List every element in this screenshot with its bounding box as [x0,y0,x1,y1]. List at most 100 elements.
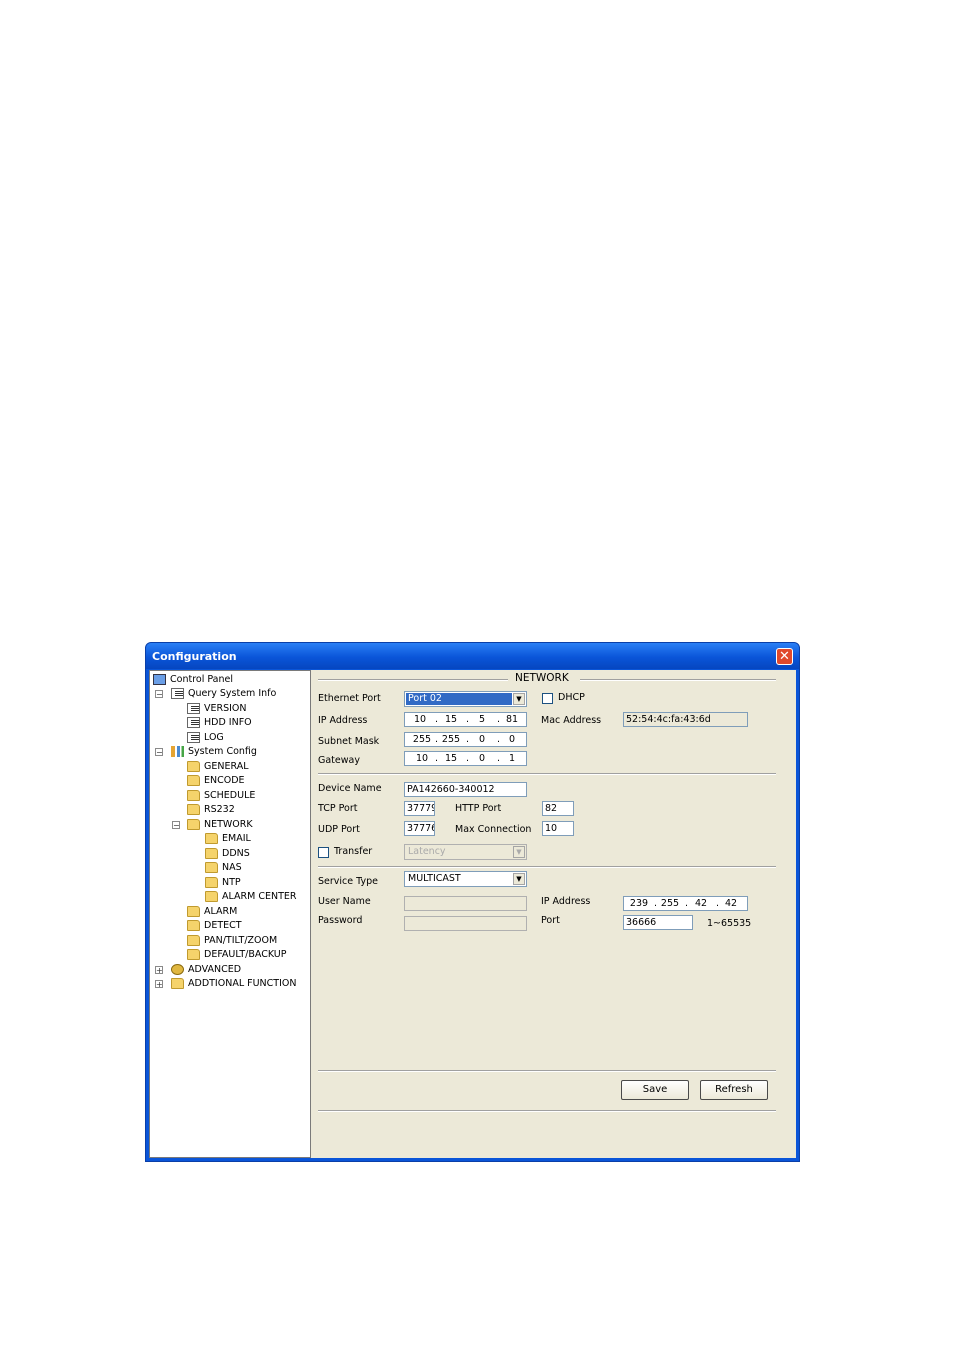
tree-item-label: GENERAL [204,761,249,772]
octet[interactable]: 81 [501,713,523,726]
user-name-label: User Name [318,896,371,907]
folder-icon [205,848,218,859]
folder-icon [187,906,200,917]
device-name-label: Device Name [318,783,382,794]
refresh-button[interactable]: Refresh [700,1080,768,1100]
folder-icon [187,790,200,801]
octet[interactable]: 10 [411,752,433,765]
section-divider [318,866,776,868]
port-label: Port [541,915,560,926]
tree-item-label: SCHEDULE [204,790,256,801]
service-type-select[interactable]: MULTICAST ▼ [404,871,527,887]
user-name-field [404,896,527,911]
tree-item-label: System Config [188,746,257,757]
network-settings-panel: NETWORK Ethernet Port Port 02 ▼ DHCP IP … [315,670,796,1158]
folder-icon [205,877,218,888]
octet[interactable]: 0 [471,733,493,746]
ethernet-port-select[interactable]: Port 02 ▼ [404,691,527,707]
folder-icon [187,804,200,815]
chevron-down-icon[interactable]: ▼ [513,873,525,885]
gateway-field[interactable]: 10 . 15 . 0 . 1 [404,751,527,766]
document-icon [187,732,200,743]
folder-icon [171,978,184,989]
octet[interactable]: 255 [440,733,462,746]
device-name-field[interactable]: PA142660-340012 [404,782,527,797]
expand-toggle[interactable]: + [155,980,163,989]
mac-address-field: 52:54:4c:fa:43:6d [623,712,748,727]
expand-toggle[interactable]: + [155,966,163,975]
tree-item-label: DDNS [222,848,250,859]
folder-icon [187,935,200,946]
service-type-label: Service Type [318,876,378,887]
octet[interactable]: 10 [409,713,431,726]
http-port-label: HTTP Port [455,803,502,814]
tree-item-label: ALARM CENTER [222,891,297,902]
octet[interactable]: 15 [440,713,462,726]
collapse-toggle[interactable]: − [172,821,180,830]
window-title: Configuration [152,650,237,663]
udp-port-field[interactable]: 37776 [404,821,435,836]
tree-item-label: PAN/TILT/ZOOM [204,935,278,946]
collapse-toggle[interactable]: − [155,748,163,757]
transfer-label: Transfer [334,846,373,857]
max-connection-field[interactable]: 10 [542,821,574,836]
folder-open-icon [187,819,200,830]
transfer-mode-select: Latency ▼ [404,844,527,860]
navigation-tree: Control Panel − Query System Info VERSIO… [149,670,311,1158]
transfer-checkbox[interactable] [318,847,329,858]
tree-item-label: ADDTIONAL FUNCTION [188,978,297,989]
settings-icon [171,746,184,757]
octet[interactable]: 0 [471,752,493,765]
computer-icon [153,674,166,685]
document-icon [171,688,184,699]
dhcp-checkbox[interactable] [542,693,553,704]
close-button[interactable]: ✕ [776,648,793,665]
multicast-ip-field[interactable]: 239 . 255 . 42 . 42 [623,896,748,911]
subnet-mask-field[interactable]: 255 . 255 . 0 . 0 [404,732,527,747]
window-client-area: Control Panel − Query System Info VERSIO… [149,670,796,1158]
octet[interactable]: 42 [720,897,742,910]
tcp-port-field[interactable]: 37779 [404,801,435,816]
transfer-mode-value: Latency [408,846,446,857]
multicast-ip-label: IP Address [541,896,591,907]
tcp-port-label: TCP Port [318,803,358,814]
section-divider [318,1070,776,1072]
chevron-down-icon[interactable]: ▼ [513,693,525,705]
chevron-down-icon: ▼ [513,846,525,858]
octet[interactable]: 5 [471,713,493,726]
section-divider [318,1110,776,1112]
tree-item-label: DETECT [204,920,242,931]
folder-icon [205,833,218,844]
folder-icon [187,920,200,931]
document-icon [187,717,200,728]
octet[interactable]: 0 [501,733,523,746]
section-divider [580,679,776,681]
octet[interactable]: 255 [411,733,433,746]
udp-port-label: UDP Port [318,824,360,835]
section-divider [318,679,508,681]
ethernet-port-label: Ethernet Port [318,693,381,704]
ip-address-field[interactable]: 10 . 15 . 5 . 81 [404,712,527,727]
collapse-toggle[interactable]: − [155,690,163,699]
octet[interactable]: 42 [690,897,712,910]
gear-icon [171,964,184,975]
password-label: Password [318,915,363,926]
http-port-field[interactable]: 82 [542,801,574,816]
section-divider [318,773,776,775]
port-field[interactable]: 36666 [623,915,693,930]
gateway-label: Gateway [318,755,360,766]
mac-address-label: Mac Address [541,715,602,726]
title-bar[interactable]: Configuration ✕ [146,643,799,669]
tree-item-label: ENCODE [204,775,245,786]
tree-item-label: VERSION [204,703,247,714]
octet[interactable]: 239 [628,897,650,910]
tree-item-label: Query System Info [188,688,277,699]
tree-item-label: NETWORK [204,819,253,830]
octet[interactable]: 1 [501,752,523,765]
ethernet-port-value: Port 02 [406,693,512,705]
folder-icon [187,775,200,786]
octet[interactable]: 255 [659,897,681,910]
octet[interactable]: 15 [440,752,462,765]
dhcp-label: DHCP [558,692,585,703]
save-button[interactable]: Save [621,1080,689,1100]
